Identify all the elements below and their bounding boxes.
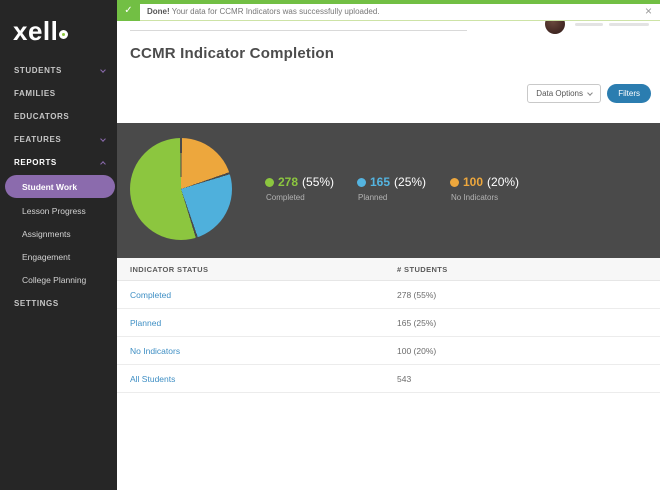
table-row: No Indicators 100 (20%) [117,337,660,365]
sidebar-item-assignments[interactable]: Assignments [0,222,117,245]
legend-dot-completed [265,178,274,187]
status-link-no-indicators[interactable]: No Indicators [130,346,180,356]
data-options-button[interactable]: Data Options [527,84,601,103]
legend-item-no-indicators: 100 (20%) No Indicators [450,175,519,202]
banner-top-strip [117,0,660,4]
legend-label: Completed [266,193,334,202]
legend-item-planned: 165 (25%) Planned [357,175,426,202]
legend-label: Planned [358,193,426,202]
legend-label: No Indicators [451,193,519,202]
close-icon[interactable]: × [645,5,652,17]
sidebar-item-label: Student Work [22,182,77,192]
sidebar-nav: STUDENTS FAMILIES EDUCATORS FEATURES REP… [0,59,117,315]
sidebar-item-students[interactable]: STUDENTS [0,59,117,82]
table-row: All Students 543 [117,365,660,393]
xello-logo[interactable]: xell [0,0,117,51]
legend-count: 165 [370,175,390,189]
students-value: 100 (20%) [397,346,436,356]
app-window: xell STUDENTS FAMILIES EDUCATORS FEATURE… [0,0,660,490]
chevron-down-icon [100,136,106,142]
sidebar-item-student-work[interactable]: Student Work [5,175,115,198]
status-link-completed[interactable]: Completed [130,290,171,300]
banner-emphasis: Done! [147,7,170,16]
sidebar-item-label: College Planning [22,275,86,285]
sidebar-item-features[interactable]: FEATURES [0,128,117,151]
sidebar-item-label: FEATURES [14,135,61,144]
check-glyph: ✓ [124,5,132,16]
sidebar-item-educators[interactable]: EDUCATORS [0,105,117,128]
sidebar-item-label: FAMILIES [14,89,56,98]
students-value: 165 (25%) [397,318,436,328]
banner-message: Done! Your data for CCMR Indicators was … [147,4,380,16]
legend-count: 100 [463,175,483,189]
legend-percent: (25%) [394,175,426,189]
table-header: INDICATOR STATUS # STUDENTS [117,258,660,281]
students-value: 543 [397,374,411,384]
sidebar-item-label: SETTINGS [14,299,59,308]
sidebar-item-label: Lesson Progress [22,206,86,216]
user-name-placeholder [575,23,603,26]
banner-message-text: Your data for CCMR Indicators was succes… [170,7,380,16]
sidebar-item-label: REPORTS [14,158,57,167]
students-value: 278 (55%) [397,290,436,300]
sidebar-item-label: Assignments [22,229,71,239]
column-header-students: # STUDENTS [397,265,448,274]
sidebar-item-lesson-progress[interactable]: Lesson Progress [0,199,117,222]
sidebar-item-families[interactable]: FAMILIES [0,82,117,105]
chart-panel: 278 (55%) Completed 165 (25%) Planned 10… [117,123,660,258]
logo-o-icon [59,30,68,39]
logo-text: xell [13,16,58,47]
legend-item-completed: 278 (55%) Completed [265,175,334,202]
sidebar: xell STUDENTS FAMILIES EDUCATORS FEATURE… [0,0,117,490]
legend-dot-planned [357,178,366,187]
user-name-placeholder [609,23,649,26]
check-icon: ✓ [117,0,140,21]
chevron-down-icon [587,90,593,96]
table-row: Planned 165 (25%) [117,309,660,337]
status-link-all-students[interactable]: All Students [130,374,175,384]
table-row: Completed 278 (55%) [117,281,660,309]
chevron-up-icon [100,161,106,167]
legend-percent: (55%) [302,175,334,189]
pie-chart [130,138,232,240]
sidebar-item-engagement[interactable]: Engagement [0,245,117,268]
column-header-indicator-status: INDICATOR STATUS [130,265,208,274]
sidebar-item-label: Engagement [22,252,70,262]
header-divider [130,30,467,31]
sidebar-item-reports[interactable]: REPORTS [0,151,117,174]
legend-count: 278 [278,175,298,189]
chevron-down-icon [100,67,106,73]
legend-dot-no-indicators [450,178,459,187]
sidebar-item-college-planning[interactable]: College Planning [0,268,117,291]
sidebar-item-label: EDUCATORS [14,112,69,121]
filters-label: Filters [618,89,640,98]
success-banner: ✓ Done! Your data for CCMR Indicators wa… [117,0,660,21]
status-link-planned[interactable]: Planned [130,318,161,328]
main-content: ✓ Done! Your data for CCMR Indicators wa… [117,0,660,490]
sidebar-item-label: STUDENTS [14,66,62,75]
legend-percent: (20%) [487,175,519,189]
filters-button[interactable]: Filters [607,84,651,103]
sidebar-item-settings[interactable]: SETTINGS [0,292,117,315]
page-title: CCMR Indicator Completion [130,45,334,62]
data-options-label: Data Options [536,89,583,98]
